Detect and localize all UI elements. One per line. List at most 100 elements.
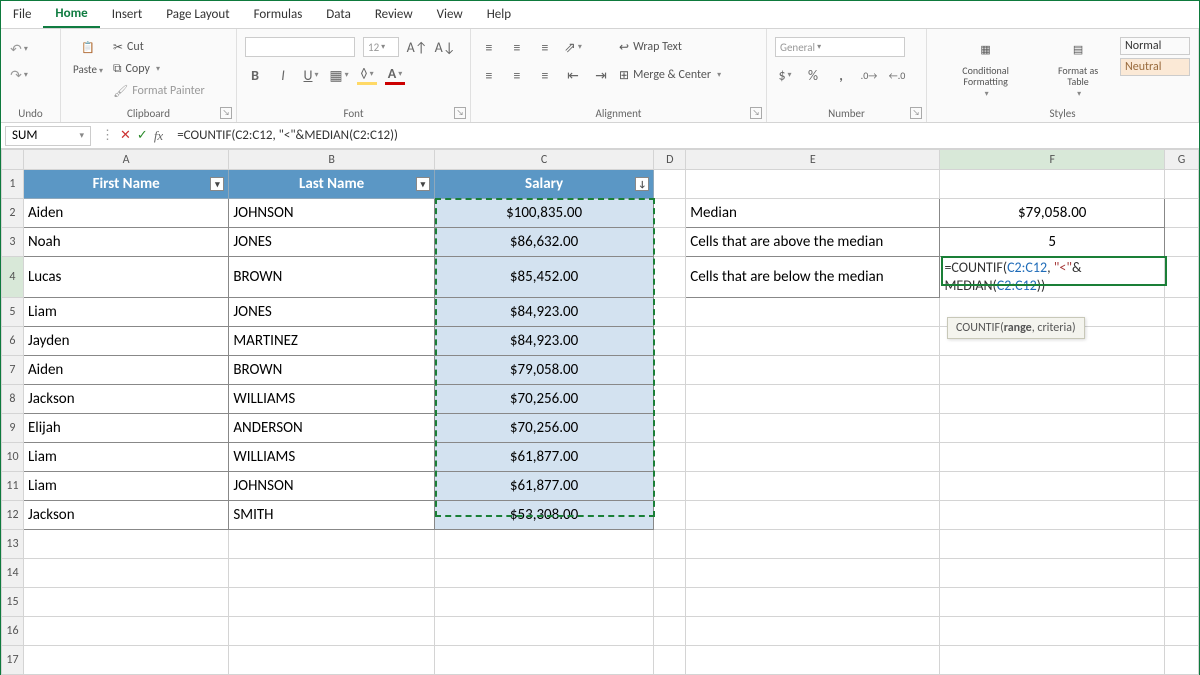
tab-formulas[interactable]: Formulas	[242, 1, 315, 28]
cell[interactable]	[1165, 385, 1199, 414]
cell[interactable]: $79,058.00	[434, 356, 653, 385]
format-painter-button[interactable]: 🖌Format Painter	[113, 81, 205, 101]
cell[interactable]	[1165, 443, 1199, 472]
cell[interactable]: $100,835.00	[434, 199, 653, 228]
cell[interactable]: $86,632.00	[434, 228, 653, 257]
tab-page-layout[interactable]: Page Layout	[154, 1, 241, 28]
cancel-formula-button[interactable]: ✕	[120, 128, 131, 143]
col-header-f[interactable]: F	[940, 150, 1165, 170]
cell[interactable]	[686, 385, 940, 414]
row-header[interactable]: 3	[2, 228, 24, 257]
cell[interactable]: Aiden	[23, 356, 228, 385]
tab-help[interactable]: Help	[475, 1, 523, 28]
tab-insert[interactable]: Insert	[100, 1, 155, 28]
cell[interactable]: $70,256.00	[434, 385, 653, 414]
cell[interactable]: Jayden	[23, 327, 228, 356]
bold-button[interactable]: B	[245, 65, 265, 85]
cell[interactable]: BROWN	[229, 356, 435, 385]
col-header-c[interactable]: C	[434, 150, 653, 170]
col-header-a[interactable]: A	[23, 150, 228, 170]
cell[interactable]: BROWN	[229, 257, 435, 298]
cell[interactable]	[940, 443, 1165, 472]
borders-button[interactable]: ▦	[329, 65, 349, 85]
italic-button[interactable]: I	[273, 65, 293, 85]
decrease-indent-icon[interactable]: ⇤	[563, 65, 583, 85]
row-header[interactable]: 10	[2, 443, 24, 472]
row-header[interactable]: 5	[2, 298, 24, 327]
align-top-icon[interactable]: ≡	[479, 37, 499, 57]
orientation-icon[interactable]: ⇗	[563, 37, 583, 57]
row-header[interactable]: 4	[2, 257, 24, 298]
cell[interactable]: SMITH	[229, 501, 435, 530]
cell[interactable]	[654, 356, 686, 385]
cell[interactable]	[1165, 472, 1199, 501]
merge-center-button[interactable]: ⊞Merge & Center	[619, 65, 721, 85]
tab-home[interactable]: Home	[43, 1, 99, 28]
cell[interactable]	[686, 327, 940, 356]
fill-color-button[interactable]: ◊	[357, 65, 377, 85]
row-header[interactable]: 7	[2, 356, 24, 385]
align-center-icon[interactable]: ≡	[507, 65, 527, 85]
cell[interactable]	[1165, 501, 1199, 530]
row-header[interactable]: 12	[2, 501, 24, 530]
paste-button[interactable]: 📋 Paste	[69, 33, 107, 76]
row-header[interactable]: 14	[2, 559, 24, 588]
font-size-select[interactable]: 12	[363, 37, 399, 57]
sort-desc-icon[interactable]: ↓	[635, 177, 649, 191]
increase-decimal-button[interactable]: .0→	[859, 65, 879, 85]
cell[interactable]	[654, 414, 686, 443]
cell[interactable]	[654, 228, 686, 257]
formula-input[interactable]: =COUNTIF(C2:C12, "<"&MEDIAN(C2:C12))	[169, 128, 1199, 143]
cell[interactable]	[686, 472, 940, 501]
cell[interactable]: JOHNSON	[229, 472, 435, 501]
row-header[interactable]: 11	[2, 472, 24, 501]
filter-icon[interactable]: ▾	[210, 177, 224, 191]
cell[interactable]	[940, 414, 1165, 443]
cell[interactable]: Liam	[23, 443, 228, 472]
row-header[interactable]: 6	[2, 327, 24, 356]
cell[interactable]	[654, 501, 686, 530]
cell[interactable]	[654, 443, 686, 472]
cell[interactable]: Cells that are below the median	[686, 257, 940, 298]
select-all-corner[interactable]	[2, 150, 24, 170]
cell[interactable]: MARTINEZ	[229, 327, 435, 356]
cell[interactable]	[940, 472, 1165, 501]
tab-view[interactable]: View	[425, 1, 475, 28]
conditional-formatting-button[interactable]: ▦ Conditional Formatting	[935, 35, 1036, 99]
cell[interactable]	[940, 385, 1165, 414]
cell[interactable]: $61,877.00	[434, 472, 653, 501]
cut-button[interactable]: ✂Cut	[113, 37, 205, 57]
cell[interactable]	[1165, 199, 1199, 228]
percent-button[interactable]: %	[803, 65, 823, 85]
cell[interactable]: Liam	[23, 298, 228, 327]
col-header-g[interactable]: G	[1165, 150, 1199, 170]
table-header-last[interactable]: Last Name▾	[229, 170, 435, 199]
wrap-text-button[interactable]: ↩Wrap Text	[619, 37, 682, 57]
cell[interactable]	[940, 501, 1165, 530]
style-neutral[interactable]: Neutral	[1120, 58, 1190, 76]
row-header[interactable]: 17	[2, 646, 24, 675]
cell[interactable]: $70,256.00	[434, 414, 653, 443]
cell[interactable]	[686, 414, 940, 443]
row-header[interactable]: 15	[2, 588, 24, 617]
cell[interactable]	[654, 472, 686, 501]
cell[interactable]: Liam	[23, 472, 228, 501]
col-header-e[interactable]: E	[686, 150, 940, 170]
cell[interactable]: JOHNSON	[229, 199, 435, 228]
fx-icon[interactable]: fx	[154, 128, 163, 144]
undo-button[interactable]: ↶	[9, 39, 29, 59]
increase-font-icon[interactable]: A↑	[407, 37, 427, 57]
cell[interactable]	[940, 356, 1165, 385]
cell[interactable]: Noah	[23, 228, 228, 257]
cell[interactable]: Median	[686, 199, 940, 228]
cell[interactable]	[686, 356, 940, 385]
row-header[interactable]: 2	[2, 199, 24, 228]
cell[interactable]: $79,058.00	[940, 199, 1165, 228]
comma-button[interactable]: ,	[831, 65, 851, 85]
cell[interactable]	[1165, 414, 1199, 443]
cell[interactable]	[686, 298, 940, 327]
tab-data[interactable]: Data	[314, 1, 363, 28]
align-left-icon[interactable]: ≡	[479, 65, 499, 85]
editing-cell[interactable]: =COUNTIF(C2:C12, "<"&MEDIAN(C2:C12))	[940, 257, 1165, 298]
cell[interactable]: Aiden	[23, 199, 228, 228]
